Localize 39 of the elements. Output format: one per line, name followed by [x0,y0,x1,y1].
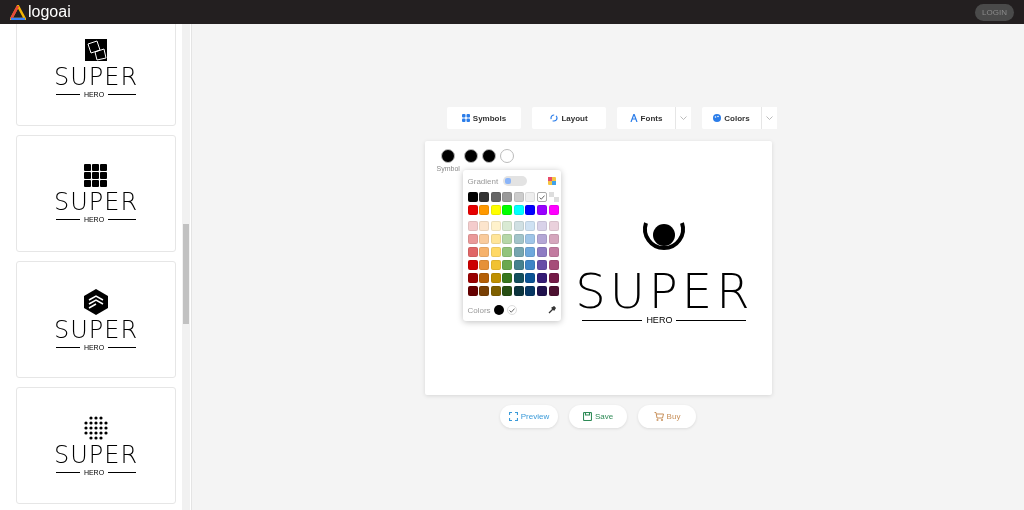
toolbar-tab[interactable]: Fonts [617,107,676,129]
logo-title: SUPER [575,267,754,315]
color-wheel-icon [547,177,556,185]
palette-swatch[interactable] [537,192,548,202]
action-button[interactable]: Save [569,405,627,428]
check-icon [539,194,546,200]
eyedropper-icon[interactable] [547,306,556,314]
color-swatch[interactable] [481,149,496,163]
confirm-button[interactable] [506,305,517,315]
toolbar-tab[interactable]: Colors [702,107,762,129]
brand-name: logoai [28,3,71,21]
expand-icon [508,412,518,421]
check-icon [508,307,515,313]
logo-title: SUPER [53,190,139,214]
logo-icon [10,4,26,20]
hexagon-icon [83,288,109,316]
gradient-label: Gradient [467,176,499,186]
squares-icon [83,37,109,63]
gradient-toggle[interactable] [503,176,528,186]
letter-icon [629,114,638,122]
knot-icon [84,164,108,188]
logo-subtitle: HERO [646,315,673,325]
color-swatch[interactable] [463,149,478,163]
chevron-down-icon [680,116,687,120]
toolbar-tab[interactable]: Symbols [447,107,521,129]
cart-icon [653,412,664,421]
logo-title: SUPER [53,65,139,89]
grid-icon [461,114,470,122]
color-swatch[interactable] [499,149,514,163]
logo-title: SUPER [53,443,139,467]
color-swatch[interactable] [441,149,456,163]
chevron-down-icon [766,116,773,120]
toolbar-tab[interactable]: Layout [532,107,606,129]
refresh-icon [550,114,559,122]
logo-title: SUPER [53,318,139,342]
palette-icon [713,114,722,122]
transparent-swatch-icon[interactable] [548,192,559,202]
dots-icon [83,415,109,441]
colors-label: Colors [467,305,491,315]
